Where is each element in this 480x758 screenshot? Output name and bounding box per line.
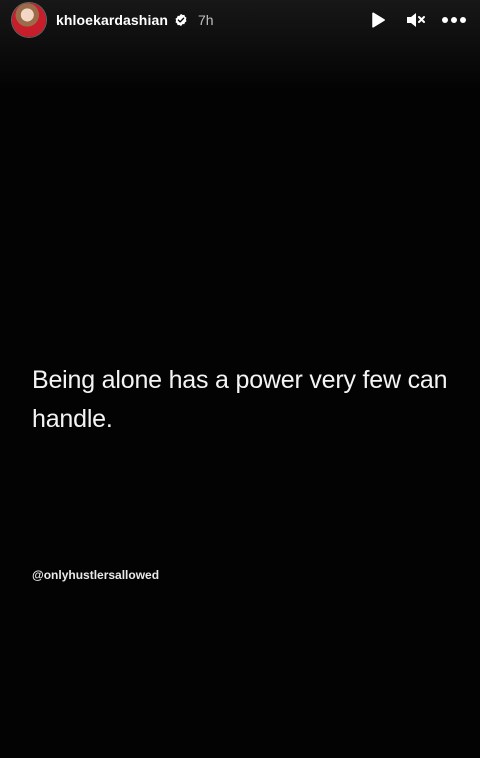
avatar[interactable]: [12, 3, 46, 37]
story-header: khloekardashian 7h: [12, 2, 468, 38]
quote-text: Being alone has a power very few can han…: [32, 366, 448, 433]
play-button[interactable]: [364, 6, 392, 34]
more-options-icon: [442, 17, 466, 23]
play-icon: [372, 12, 385, 28]
source-handle[interactable]: @onlyhustlersallowed: [32, 568, 159, 582]
post-time: 7h: [198, 12, 214, 28]
mute-button[interactable]: [402, 6, 430, 34]
story-viewer: khloekardashian 7h Being alone has a pow…: [0, 0, 480, 758]
username[interactable]: khloekardashian: [56, 12, 168, 28]
more-options-button[interactable]: [440, 6, 468, 34]
story-controls: [364, 6, 468, 34]
muted-speaker-icon: [407, 13, 425, 27]
verified-icon: [175, 13, 187, 27]
